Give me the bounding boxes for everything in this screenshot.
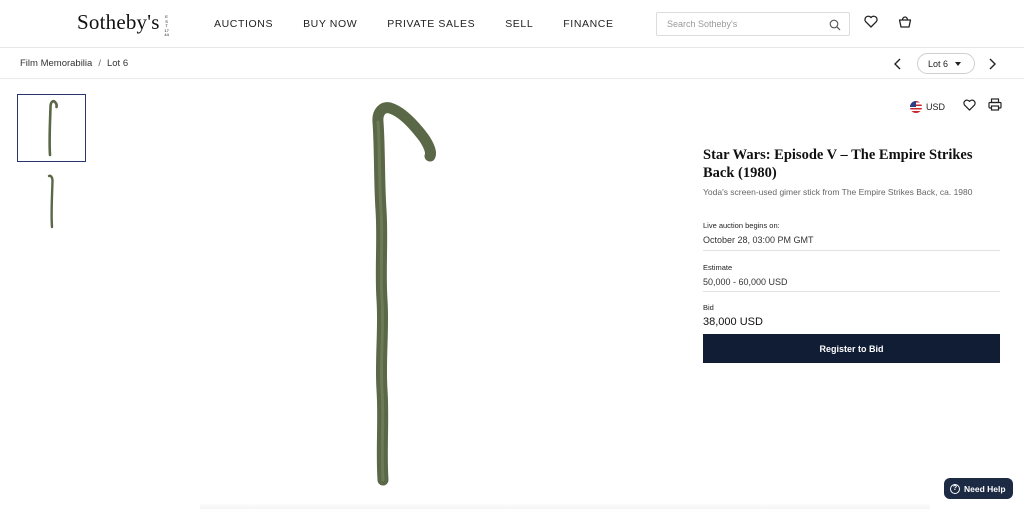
lot-select-value: Lot 6: [928, 58, 949, 69]
search-input[interactable]: [667, 13, 827, 35]
logo-wordmark: Sotheby's: [77, 10, 160, 34]
gimer-stick-image: [372, 102, 436, 486]
print-icon[interactable]: [988, 98, 1002, 116]
lot-tools: USD: [910, 98, 1002, 116]
estimate-block: Estimate 50,000 - 60,000 USD: [703, 263, 1000, 292]
question-icon: ?: [950, 483, 960, 494]
search-icon[interactable]: [829, 18, 841, 36]
breadcrumb-current: Lot 6: [106, 58, 129, 69]
chevron-left-icon[interactable]: [893, 57, 903, 75]
estimate-value: 50,000 - 60,000 USD: [703, 277, 788, 287]
chevron-right-icon[interactable]: [987, 57, 997, 75]
site-header: Sotheby's E S T 17 44 AUCTIONS BUY NOW PRIVA…: [0, 0, 1024, 48]
auction-date-block: Live auction begins on: October 28, 03:0…: [703, 221, 1000, 251]
nav-finance[interactable]: FINANCE: [563, 18, 613, 30]
stick-thumbnail-image: [47, 174, 54, 229]
logo-est-mark: E S T 17 44: [164, 14, 169, 37]
breadcrumb: Film Memorabilia / Lot 6: [20, 58, 128, 69]
heart-icon[interactable]: [864, 15, 878, 33]
lot-main-image[interactable]: [340, 100, 450, 490]
bid-value: 38,000 USD: [703, 316, 763, 328]
shopping-bag-icon[interactable]: [898, 15, 912, 33]
bid-block: Bid 38,000 USD: [703, 303, 1000, 328]
nav-buy-now[interactable]: BUY NOW: [303, 18, 357, 30]
lot-select-dropdown[interactable]: Lot 6: [917, 53, 975, 74]
main-nav: AUCTIONS BUY NOW PRIVATE SALES SELL FINA…: [214, 18, 644, 30]
breadcrumb-bar: Film Memorabilia / Lot 6: [0, 48, 1024, 79]
caret-down-icon: [955, 62, 961, 66]
image-bottom-shadow: [200, 503, 930, 509]
nav-private-sales[interactable]: PRIVATE SALES: [387, 18, 475, 30]
need-help-label: Need Help: [964, 483, 1006, 494]
lot-title: Star Wars: Episode V – The Empire Strike…: [703, 147, 973, 181]
nav-auctions[interactable]: AUCTIONS: [214, 18, 273, 30]
us-flag-icon: [910, 101, 922, 113]
breadcrumb-separator: /: [98, 58, 101, 69]
sothebys-logo[interactable]: Sotheby's E S T 17 44: [77, 10, 171, 38]
thumbnail-2[interactable]: [17, 167, 86, 235]
heart-icon[interactable]: [963, 98, 976, 116]
auction-date-label: Live auction begins on:: [703, 221, 780, 230]
search-box: [656, 12, 850, 36]
register-to-bid-button[interactable]: Register to Bid: [703, 334, 1000, 363]
thumbnail-1[interactable]: [17, 94, 86, 162]
breadcrumb-film-memorabilia[interactable]: Film Memorabilia: [20, 58, 92, 69]
currency-selector[interactable]: USD: [910, 101, 945, 113]
lot-subtitle: Yoda's screen-used gimer stick from The …: [703, 187, 973, 197]
need-help-button[interactable]: ? Need Help: [944, 478, 1013, 499]
stick-thumbnail-image: [48, 99, 58, 157]
currency-code: USD: [926, 102, 946, 112]
bid-label: Bid: [703, 303, 714, 312]
estimate-label: Estimate: [703, 263, 733, 272]
auction-date-value: October 28, 03:00 PM GMT: [703, 235, 814, 245]
nav-sell[interactable]: SELL: [505, 18, 533, 30]
